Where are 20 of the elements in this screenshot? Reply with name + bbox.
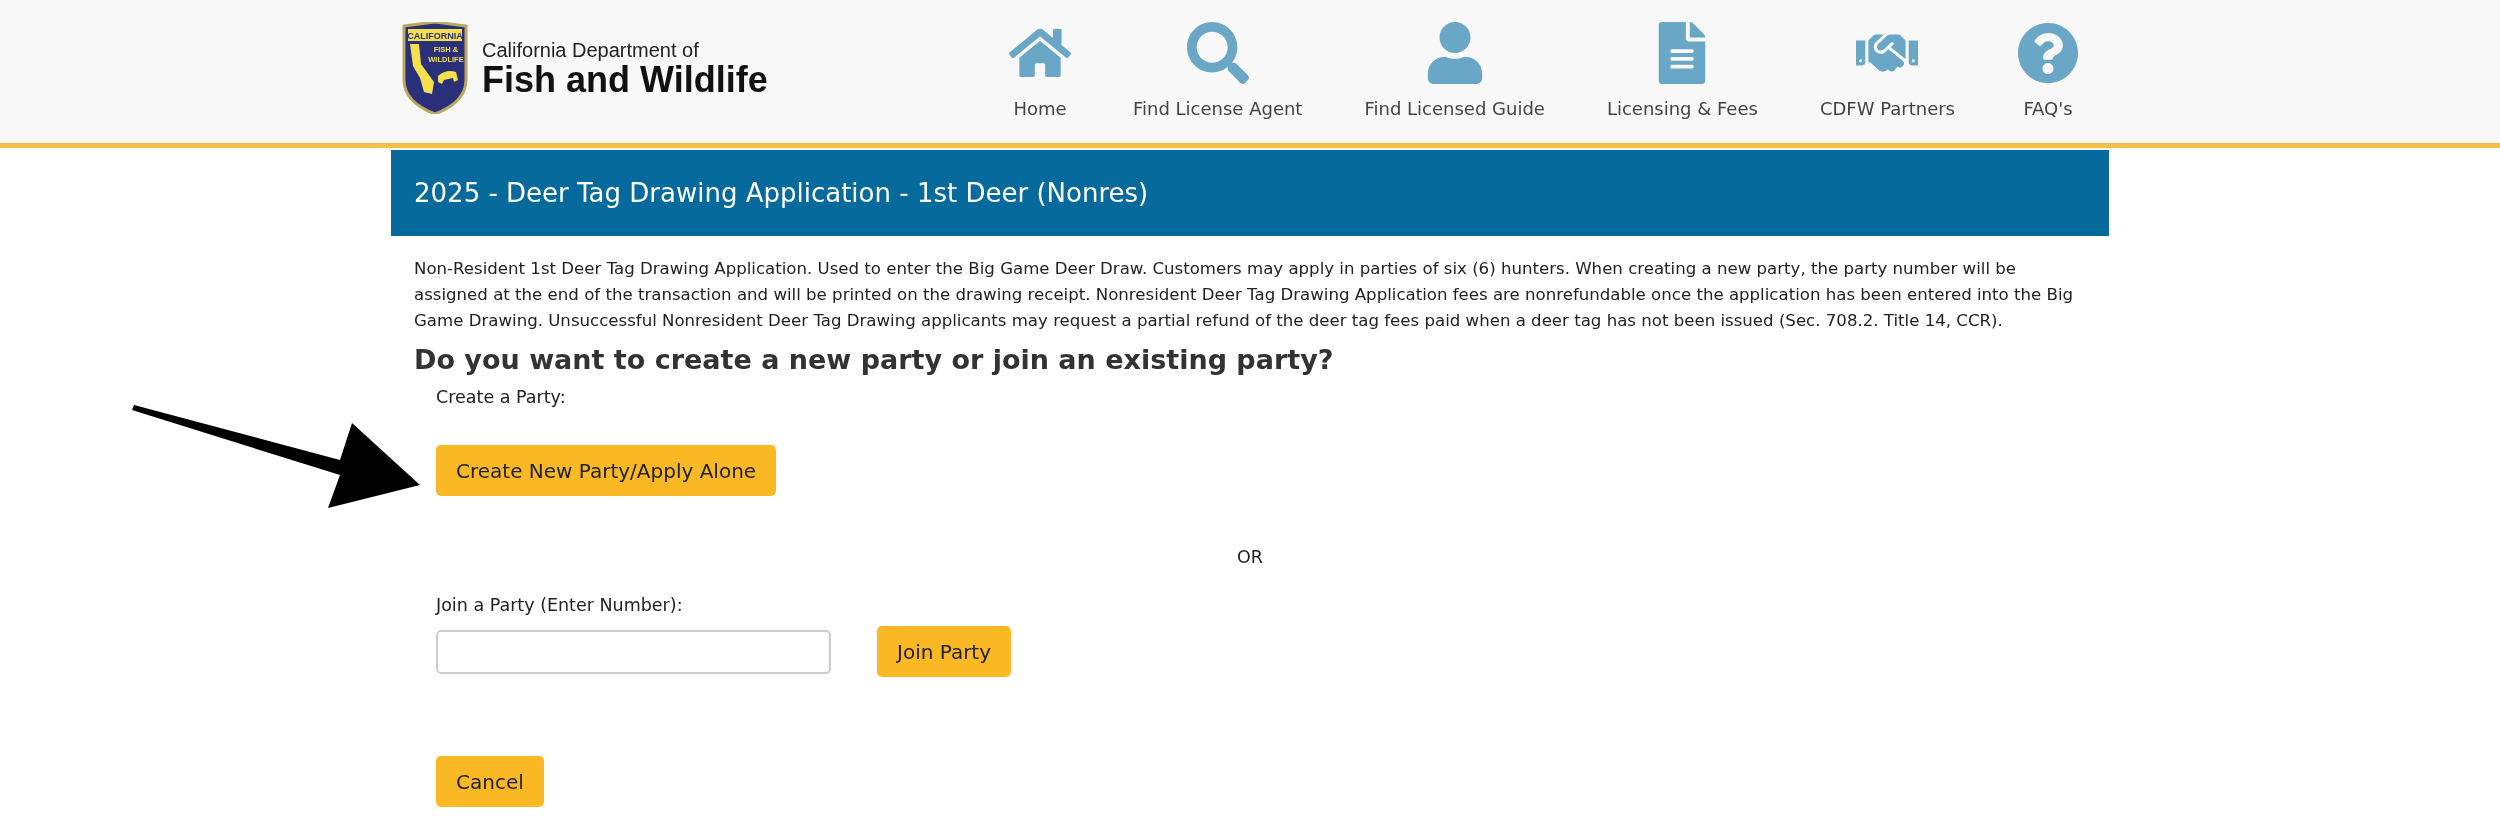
page-title: 2025 - Deer Tag Drawing Application - 1st Deer (Nonres) — [391, 150, 2109, 236]
logo-subtitle: California Department of — [482, 38, 700, 62]
nav-link[interactable]: Home — [1008, 22, 1071, 119]
join-party-button[interactable]: Join Party — [877, 626, 1012, 677]
nav-link[interactable]: FAQ's — [2017, 22, 2079, 119]
or-separator: OR — [1237, 547, 1263, 567]
create-party-button[interactable]: Create New Party/Apply Alone — [436, 445, 777, 496]
party-number-field[interactable] — [436, 629, 831, 674]
question-icon — [2017, 22, 2079, 84]
question-heading: Do you want to create a new party or join an existing party? — [414, 344, 1335, 375]
create-party-label: Create a Party: — [436, 387, 566, 407]
join-party-label: Join a Party (Enter Number): — [436, 595, 683, 615]
cancel-button[interactable]: Cancel — [436, 756, 544, 807]
description-text: Non-Resident 1st Deer Tag Drawing Application. Used to enter the Big Game Deer Draw. Customers may apply in parties of six (6) hunters. When creating a new party, the party number will be assigned at the end of the transaction and will be printed on the drawing receipt. Nonresident Deer Tag Drawing Application fees are nonrefundable once the application has been entered into the Big Game Drawing. Unsuccessful Nonresident Deer Tag Drawing applicants may request a partial refund of the deer tag fees paid when a deer tag has not been issued (Sec. 708.2. Title 14, CCR). — [414, 258, 2075, 332]
nav-link[interactable]: Licensing & Fees — [1606, 22, 1758, 119]
nav-link[interactable]: Find License Agent — [1132, 22, 1303, 119]
logo-title: Fish and Wildlife — [482, 61, 768, 98]
nav-link[interactable]: CDFW Partners — [1819, 22, 1955, 119]
search-icon — [1186, 22, 1249, 84]
nav-link[interactable]: Find Licensed Guide — [1364, 22, 1545, 119]
